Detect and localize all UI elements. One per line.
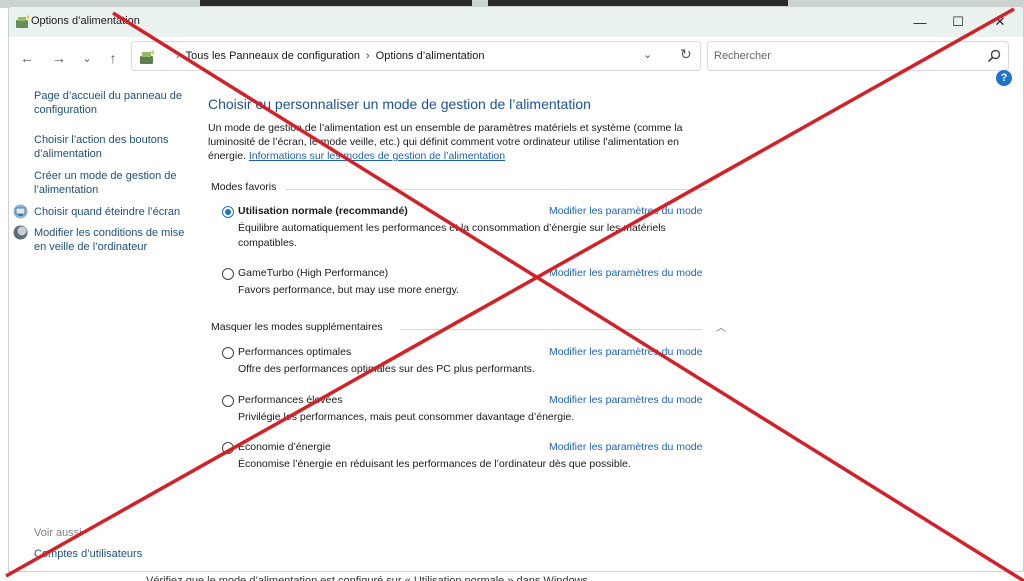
help-icon[interactable]: ? xyxy=(996,70,1012,86)
monitor-icon xyxy=(13,204,28,219)
change-plan-settings-link[interactable]: Modifier les paramètres du mode xyxy=(549,394,703,406)
hidden-plans-section-header[interactable]: Masquer les modes supplémentaires xyxy=(211,321,383,333)
user-accounts-link[interactable]: Comptes d’utilisateurs xyxy=(34,548,142,560)
plan-description: Équilibre automatiquement les performanc… xyxy=(238,222,666,249)
article-caption-text: Vérifiez que le mode d’alimentation est … xyxy=(146,575,589,581)
refresh-icon[interactable]: ↻ xyxy=(680,46,692,63)
window-title: Options d’alimentation xyxy=(31,15,140,27)
close-button[interactable]: ✕ xyxy=(982,11,1018,33)
breadcrumb-all-control-panels[interactable]: Tous les Panneaux de configuration xyxy=(186,50,360,62)
plan-radio-high-performance[interactable] xyxy=(222,395,234,407)
plan-description: Favors performance, but may use more ene… xyxy=(238,284,459,296)
power-options-icon xyxy=(16,15,29,28)
breadcrumb-power-options[interactable]: Options d’alimentation xyxy=(376,50,485,62)
change-plan-settings-link[interactable]: Modifier les paramètres du mode xyxy=(549,205,703,217)
up-button[interactable]: ↑ xyxy=(101,47,125,69)
recent-locations-button[interactable]: ⌄ xyxy=(75,47,99,69)
plan-radio-balanced[interactable] xyxy=(222,206,234,218)
back-button[interactable]: ← xyxy=(15,47,39,69)
plan-radio-ultimate-performance[interactable] xyxy=(222,347,234,359)
intro-text: Un mode de gestion de l’alimentation est… xyxy=(208,121,710,163)
section-divider xyxy=(286,189,708,190)
navigation-bar: ← → ⌄ ↑ › Tous les Panneaux de configurat… xyxy=(9,37,1023,79)
maximize-button[interactable]: ☐ xyxy=(940,11,976,33)
plan-name[interactable]: GameTurbo (High Performance) xyxy=(238,267,388,279)
plan-description: Offre des performances optimales sur des… xyxy=(238,363,535,375)
sidebar-item-turn-off-display[interactable]: Choisir quand éteindre l’écran xyxy=(34,205,186,219)
address-dropdown-icon[interactable]: ⌄ xyxy=(643,48,652,61)
plan-radio-gameturbo[interactable] xyxy=(222,268,234,280)
control-panel-window: Options d’alimentation — ☐ ✕ ← → ⌄ ↑ › To… xyxy=(8,6,1024,572)
section-divider xyxy=(400,329,702,330)
see-also-label: Voir aussi xyxy=(34,527,82,539)
moon-icon xyxy=(13,225,28,240)
plan-name[interactable]: Performances élevées xyxy=(238,394,342,406)
breadcrumb-separator-icon: › xyxy=(176,50,180,62)
plan-description: Économise l’énergie en réduisant les per… xyxy=(238,458,631,470)
plan-name[interactable]: Économie d’énergie xyxy=(238,441,331,453)
control-panel-icon xyxy=(140,50,154,64)
search-input[interactable] xyxy=(708,42,978,70)
sidebar-item-sleep-settings[interactable]: Modifier les conditions de mise en veill… xyxy=(34,226,186,254)
page-title: Choisir ou personnaliser un mode de gest… xyxy=(208,96,591,112)
minimize-button[interactable]: — xyxy=(902,11,938,33)
search-box xyxy=(707,41,1009,71)
favorites-section-header: Modes favoris xyxy=(211,181,277,193)
breadcrumb-separator-icon[interactable]: › xyxy=(366,50,370,62)
plan-name[interactable]: Utilisation normale (recommandé) xyxy=(238,205,408,217)
breadcrumb: › Tous les Panneaux de configuration › Opti… xyxy=(170,50,484,62)
sidebar-item-power-buttons[interactable]: Choisir l’action des boutons d’alimentat… xyxy=(34,133,186,161)
search-icon[interactable] xyxy=(986,48,1002,64)
plan-name[interactable]: Performances optimales xyxy=(238,346,351,358)
sidebar-item-control-panel-home[interactable]: Page d’accueil du panneau de configurati… xyxy=(34,89,186,117)
chevron-up-icon[interactable]: ︿ xyxy=(716,319,726,334)
change-plan-settings-link[interactable]: Modifier les paramètres du mode xyxy=(549,267,703,279)
change-plan-settings-link[interactable]: Modifier les paramètres du mode xyxy=(549,441,703,453)
plan-description: Privilégie les performances, mais peut c… xyxy=(238,411,575,423)
change-plan-settings-link[interactable]: Modifier les paramètres du mode xyxy=(549,346,703,358)
forward-button[interactable]: → xyxy=(47,47,71,69)
address-bar[interactable]: › Tous les Panneaux de configuration › Opti… xyxy=(131,41,701,71)
sidebar-item-create-plan[interactable]: Créer un mode de gestion de l’alimentati… xyxy=(34,169,186,197)
plan-radio-power-saver[interactable] xyxy=(222,442,234,454)
title-bar[interactable]: Options d’alimentation — ☐ ✕ xyxy=(9,7,1023,37)
power-plans-info-link[interactable]: Informations sur les modes de gestion de… xyxy=(249,150,505,162)
